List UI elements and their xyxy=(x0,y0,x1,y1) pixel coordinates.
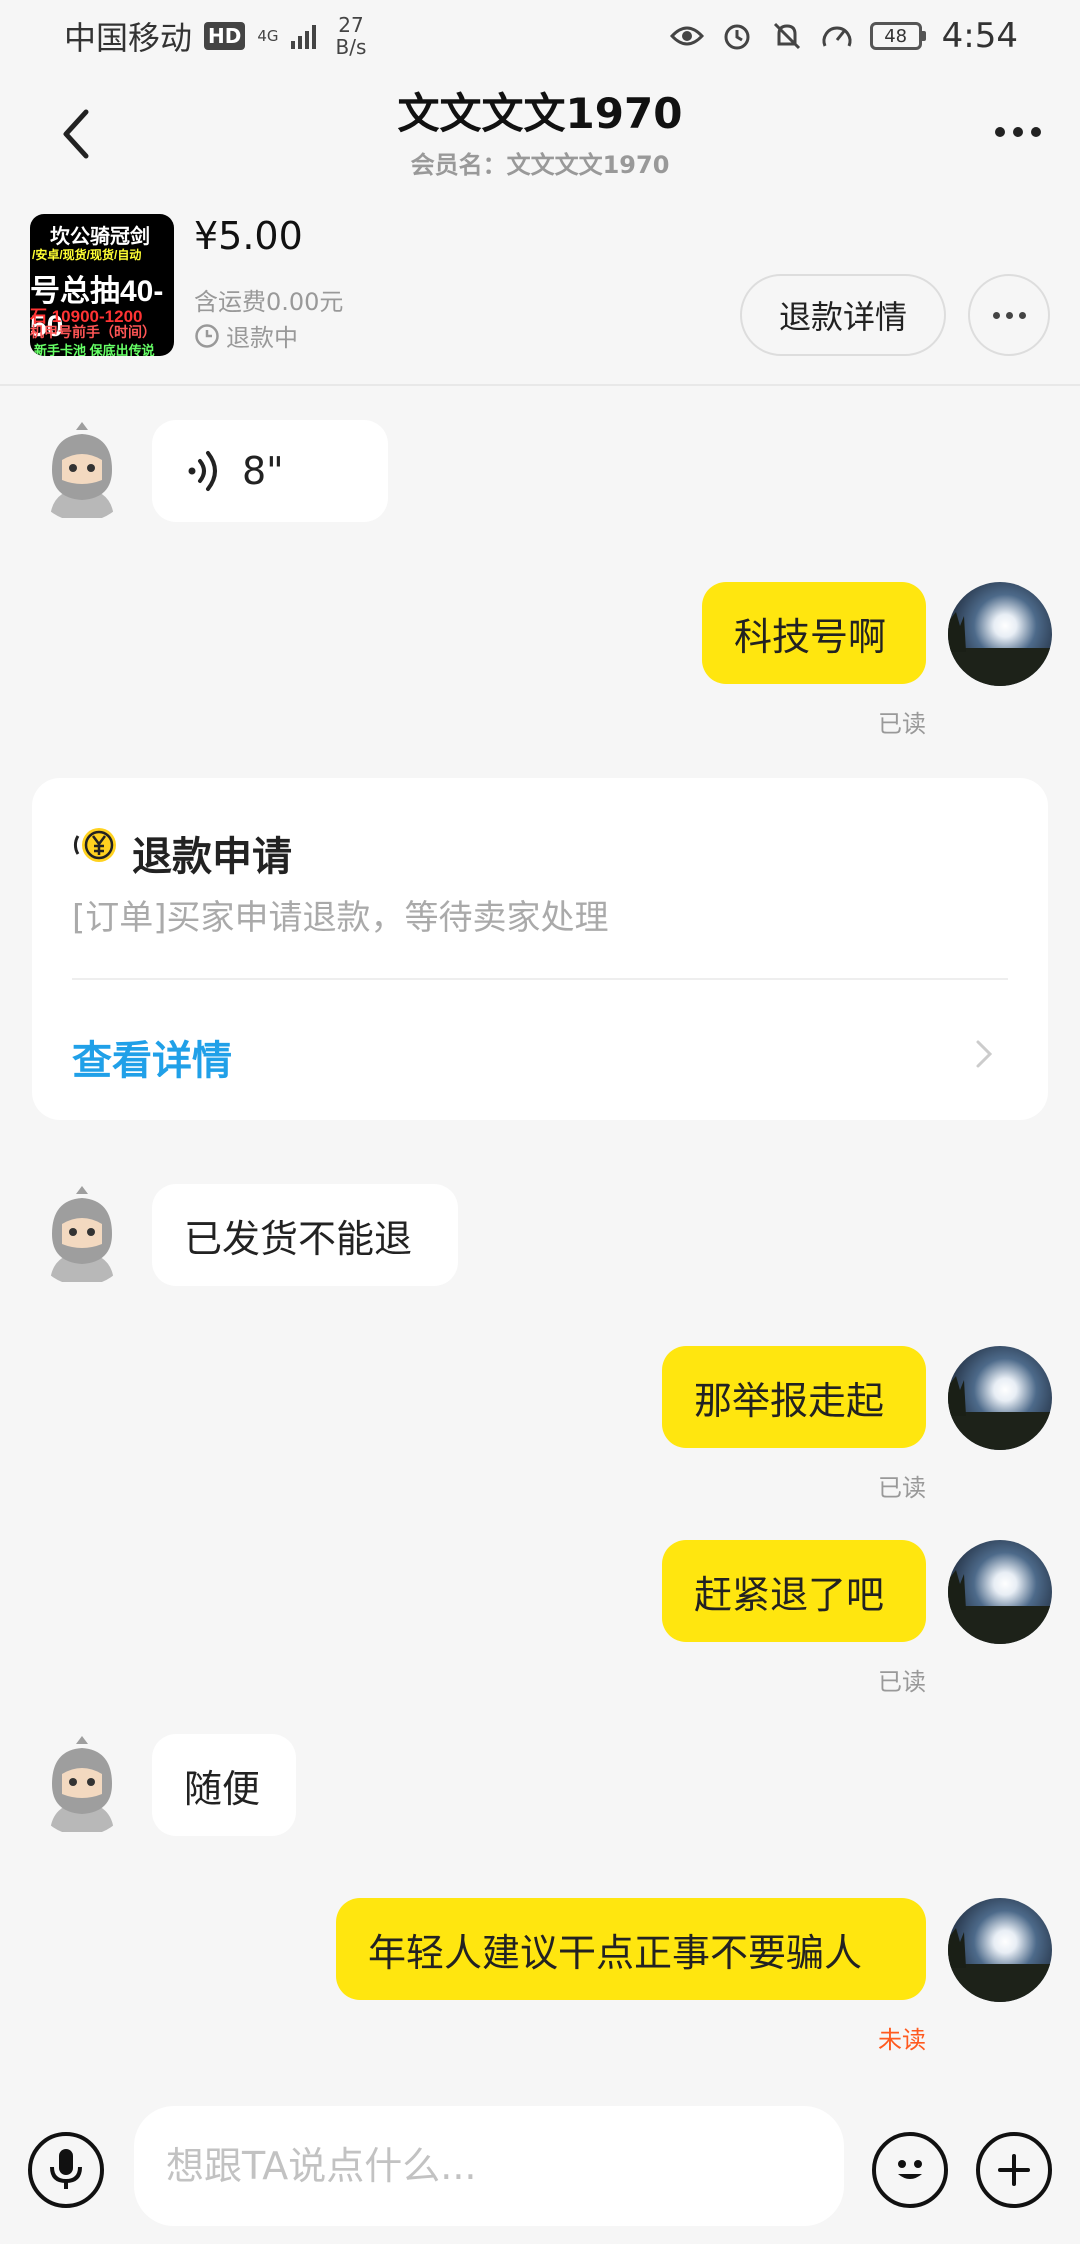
refund-status-label: 退款中 xyxy=(226,324,298,352)
product-more-button[interactable] xyxy=(968,274,1050,356)
seller-avatar[interactable] xyxy=(30,1732,134,1836)
more-button[interactable] xyxy=(980,102,1056,162)
user-avatar[interactable] xyxy=(948,1346,1052,1450)
unread-status: 未读 xyxy=(878,2026,926,2054)
thumb-line: 机甲号前手（时间） xyxy=(30,324,156,340)
refund-request-card[interactable]: 退款申请 [订单]买家申请退款，等待卖家处理 查看详情 xyxy=(32,778,1048,1120)
user-avatar[interactable] xyxy=(948,582,1052,686)
signal-icon xyxy=(290,23,316,49)
read-status: 已读 xyxy=(878,710,926,738)
thumb-line: 新手卡池 保底出传说 xyxy=(34,343,155,356)
plus-icon xyxy=(998,2154,1030,2186)
outgoing-message-bubble[interactable]: 科技号啊 xyxy=(702,582,926,684)
voice-input-button[interactable] xyxy=(28,2132,104,2208)
speed-value: 27 xyxy=(338,13,364,37)
incoming-message-bubble[interactable]: 随便 xyxy=(152,1734,296,1836)
outgoing-message-bubble[interactable]: 那举报走起 xyxy=(662,1346,926,1448)
message-input[interactable] xyxy=(134,2106,844,2226)
chat-header: 文文文文1970 会员名：文文文文1970 xyxy=(0,72,1080,200)
status-bar: 中国移动 HD 4G 27 B/s 48 4:54 xyxy=(0,0,1080,72)
seller-avatar[interactable] xyxy=(30,418,134,522)
user-avatar[interactable] xyxy=(948,1540,1052,1644)
battery-icon: 48 xyxy=(869,22,926,50)
refund-yen-icon xyxy=(73,828,116,862)
network-type: 4G xyxy=(257,27,279,45)
refund-status: 退款中 xyxy=(194,318,298,353)
input-bar xyxy=(0,2086,1080,2244)
divider xyxy=(72,978,1008,980)
refund-card-title: 退款申请 xyxy=(132,834,292,880)
view-details-link[interactable]: 查看详情 xyxy=(72,1028,232,1086)
hd-badge: HD xyxy=(204,22,246,50)
emoji-button[interactable] xyxy=(872,2132,948,2208)
user-avatar[interactable] xyxy=(948,1898,1052,2002)
chevron-right-icon xyxy=(976,1040,993,1068)
voice-wave-icon xyxy=(188,451,217,491)
thumb-line: /安卓/现货/现货/自动 xyxy=(32,248,142,262)
speedometer-icon xyxy=(820,19,854,53)
refund-detail-button[interactable]: 退款详情 xyxy=(740,274,946,356)
voice-duration: 8" xyxy=(242,449,284,493)
mic-icon xyxy=(50,2149,82,2189)
eye-icon xyxy=(669,19,704,53)
member-name: 会员名：文文文文1970 xyxy=(410,151,670,179)
chat-title: 文文文文1970 xyxy=(397,89,683,138)
emoji-icon xyxy=(898,2160,922,2179)
thumb-line: 坎公骑冠剑 xyxy=(50,226,150,248)
refund-card-description: [订单]买家申请退款，等待卖家处理 xyxy=(72,898,609,938)
voice-message-bubble[interactable]: 8" xyxy=(152,420,388,522)
battery-level: 48 xyxy=(869,22,922,50)
outgoing-message-bubble[interactable]: 年轻人建议干点正事不要骗人 xyxy=(336,1898,926,2000)
shipping-fee: 含运费0.00元 xyxy=(194,288,344,316)
outgoing-message-bubble[interactable]: 赶紧退了吧 xyxy=(662,1540,926,1642)
incoming-message-bubble[interactable]: 已发货不能退 xyxy=(152,1184,458,1286)
clock-time: 4:54 xyxy=(941,16,1018,56)
more-icon xyxy=(995,127,1005,137)
carrier-label: 中国移动 xyxy=(64,19,193,57)
alarm-icon xyxy=(720,19,754,53)
more-icon xyxy=(992,311,1000,319)
read-status: 已读 xyxy=(878,1668,926,1696)
product-thumbnail[interactable]: 坎公骑冠剑 /安卓/现货/现货/自动 号总抽40-50 石 10900-1200… xyxy=(30,214,174,356)
seller-avatar[interactable] xyxy=(30,1182,134,1286)
network-speed: 27 B/s xyxy=(336,14,367,58)
add-attachment-button[interactable] xyxy=(976,2132,1052,2208)
read-status: 已读 xyxy=(878,1474,926,1502)
product-price: ¥5.00 xyxy=(194,214,303,258)
speed-unit: B/s xyxy=(335,35,367,59)
mute-bell-icon xyxy=(770,19,804,53)
product-bar: 坎公骑冠剑 /安卓/现货/现货/自动 号总抽40-50 石 10900-1200… xyxy=(0,200,1080,386)
clock-icon xyxy=(195,323,219,348)
